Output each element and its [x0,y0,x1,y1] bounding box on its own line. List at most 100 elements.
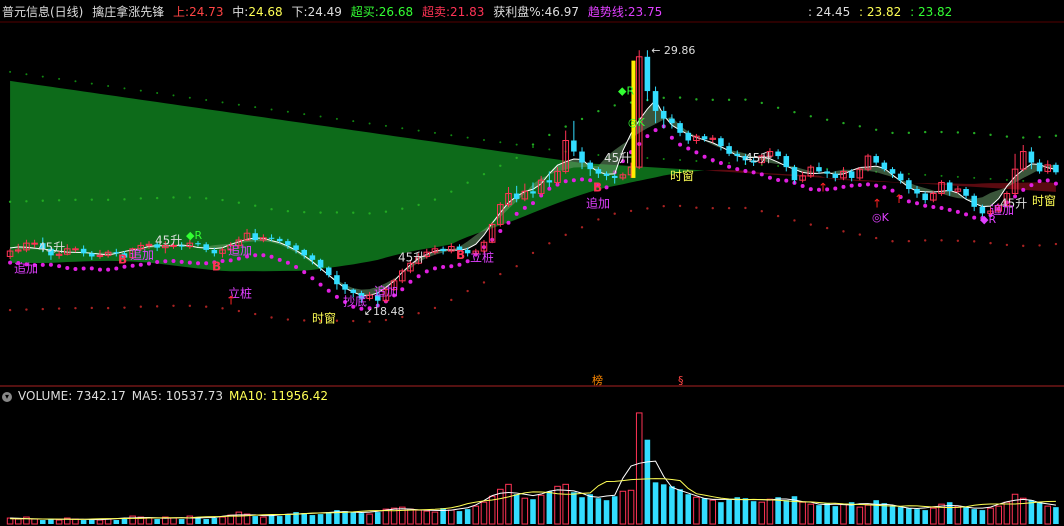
envelope-dot [1022,136,1025,139]
envelope-dot [286,318,290,321]
volume-bar [521,497,529,525]
volume-bar [971,509,977,524]
volume-header: ▾ VOLUME: 7342.17 MA5: 10537.73 MA10: 11956… [2,388,334,404]
envelope-dot [286,210,290,213]
envelope-dot [532,145,534,148]
volume-bar [718,502,724,524]
volume-bar [55,519,63,525]
trend-dot [179,259,184,264]
envelope-dot [450,190,453,193]
trend-dot [138,262,143,267]
envelope-dot [254,106,257,109]
trend-dot [506,220,511,225]
envelope-dot [858,125,862,128]
envelope-dot [221,307,224,310]
trend-dot [751,170,756,175]
trend-dot [522,205,527,210]
envelope-dot [940,174,943,177]
volume-bar [619,490,627,525]
envelope-dot [695,206,698,209]
volume-bar [48,519,54,524]
envelope-dot [90,82,93,85]
trend-dot [302,270,307,275]
volume-bar [472,505,480,525]
envelope-dot [368,320,371,323]
envelope-dot [564,233,567,237]
volume-bar [726,499,732,524]
volume-bar [954,505,962,525]
candle [726,142,732,157]
envelope-dot [793,110,796,114]
envelope-dot [384,210,388,213]
envelope-dot [1022,179,1025,182]
envelope-dot [662,96,665,100]
volume-bar [423,510,431,525]
envelope-dot [172,304,175,307]
signal-marker: ◆R [186,229,202,242]
envelope-dot [597,109,600,113]
candle [873,153,879,165]
trend-dot [923,203,928,208]
envelope-dot [515,156,518,160]
volume-bar [579,497,585,524]
volume-bar [350,512,357,524]
volume-bar [129,515,136,525]
trend-dot [874,183,879,188]
envelope-dot [139,305,143,308]
trend-dot [514,211,519,216]
volume-bar [407,508,414,525]
candle [864,153,872,172]
trend-dot [972,215,977,220]
event-marker: 榜 [592,373,603,387]
envelope-dot [940,130,943,134]
envelope-dot [1038,135,1041,139]
trend-dot [833,186,838,191]
envelope-dot [956,131,960,134]
volume-bar [603,500,610,524]
trend-dot [784,178,789,183]
envelope-dot [597,154,600,157]
volume-bar [816,505,822,524]
candle [325,266,332,278]
envelope-dot [956,239,960,242]
envelope-dot [597,218,600,221]
up-arrow-icon: ↑ [894,192,904,206]
volume-bar [881,503,888,524]
envelope-dot [776,214,780,218]
envelope-dot [57,199,61,202]
trend-dot [947,207,952,212]
envelope-dot [123,87,126,90]
volume-bar [39,520,46,524]
envelope-dot [417,129,420,132]
envelope-dot [237,103,240,106]
envelope-dot [793,219,796,222]
ma10-value: MA10: 11956.42 [229,389,328,403]
trend-dot [81,266,86,271]
envelope-dot [531,143,535,146]
trend-dot [416,274,421,279]
envelope-dot [907,239,911,243]
volume-bar [1036,502,1043,524]
envelope-dot [907,172,910,175]
trend-dot [498,228,503,233]
envelope-dot [989,241,992,245]
volume-bar [889,506,896,524]
envelope-dot [9,70,12,73]
volume-bar [301,513,308,524]
volume-bar [456,511,463,524]
trend-dot [702,154,707,159]
trend-dot [588,178,593,183]
envelope-dot [303,113,306,116]
candle [448,243,455,254]
chevron-down-icon[interactable]: ▾ [2,391,12,402]
trend-dot [73,266,78,271]
envelope-dot [303,210,306,214]
stock-chart[interactable]: ← 29.86↙18.48追加追加 追加立桩时窗45升 45升45升45升抄底立桩追… [0,0,1064,526]
volume-bar [154,519,160,524]
envelope-dot [188,96,191,99]
envelope-dot [499,164,502,168]
trend-dot [735,167,740,172]
signal-label: 45升 [398,250,425,264]
envelope-dot [874,236,878,240]
volume-bar [840,503,847,525]
